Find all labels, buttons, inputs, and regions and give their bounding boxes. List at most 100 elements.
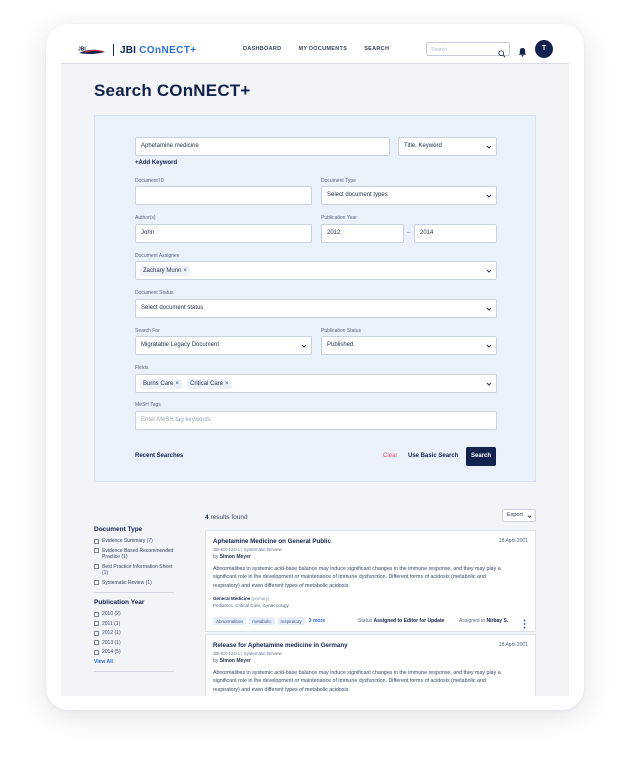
document-status-select[interactable]: Select document status [135,299,497,318]
filter-label: Systematic Review (1) [102,579,152,586]
result-status: Status Assigned to Editor for Update [358,618,444,624]
search-button[interactable]: Search [466,447,496,466]
result-author: by Simon Meyer [213,554,251,560]
filter-checkbox-item[interactable]: Systematic Review (1) [94,580,174,587]
document-assignee-select[interactable]: Zachary Munn × [135,261,497,280]
filter-label: Evidence Summary (7) [102,538,153,544]
document-type-select[interactable]: Select document types [321,186,497,205]
close-icon[interactable]: × [183,268,187,274]
pub-year-filter-heading: Publication Year [94,599,145,606]
result-description: Abnormalities in systemic acid-base bala… [213,566,501,589]
pub-year-to-value: 2014 [420,230,434,236]
brand-logo[interactable]: JBI JBI COnNECT+ [77,43,197,57]
mesh-tags-input[interactable]: Enter MeSH tag keywords [135,411,497,430]
filter-checkbox-item[interactable]: 2010 (2) [94,611,174,618]
chevron-down-icon [486,145,492,149]
document-id-label: Document ID [135,178,165,184]
field-chip-label: Critical Care [190,381,224,387]
avatar[interactable]: T [535,40,553,58]
brand-suffix: COnNECT+ [139,44,197,56]
author-name: Simon Meyer [219,554,251,560]
chevron-down-icon [301,344,307,348]
filter-divider [94,592,174,593]
nav-my-documents[interactable]: MY DOCUMENTS [298,46,347,52]
field-chip: Burns Care × [140,379,182,389]
mesh-tags-label: MeSH Tags [135,402,161,408]
authors-input[interactable]: John [135,224,312,243]
top-nav: JBI JBI COnNECT+ DASHBOARD MY DOCUMENTS … [61,36,569,64]
checkbox[interactable] [94,621,99,627]
publication-status-select[interactable]: Published [321,336,497,355]
status-prefix: Status [358,618,373,624]
close-icon[interactable]: × [175,381,179,387]
search-icon[interactable] [498,45,506,63]
tag[interactable]: metabolic [249,617,275,625]
document-status-value: Select document status [141,305,204,311]
fields-select[interactable]: Burns Care × Critical Care × [135,374,497,393]
filter-checkbox-item[interactable]: Best Practice Information Sheet (1) [94,564,174,577]
filter-checkbox-item[interactable]: Evidence Based Recommended Practice (1) [94,548,174,561]
document-id-input[interactable] [135,186,312,205]
filter-checkbox-item[interactable]: 2013 (1) [94,640,174,647]
checkbox[interactable] [94,548,99,554]
nav-search[interactable]: SEARCH [364,46,389,52]
pub-year-to-input[interactable]: 2014 [414,224,497,243]
nav-search-input[interactable] [431,45,491,54]
checkbox[interactable] [94,649,99,655]
result-category: General Medicine (primary) [213,596,270,601]
pub-year-from-input[interactable]: 2012 [321,224,404,243]
clear-button[interactable]: Clear [383,453,397,459]
close-icon[interactable]: × [225,381,229,387]
results-count-suffix: results found [210,514,248,521]
publication-year-label: Publication Year [321,215,357,221]
result-title[interactable]: Aphetamine Medicine on General Public [213,538,331,545]
nav-search-box [426,42,510,58]
nav-links: DASHBOARD MY DOCUMENTS SEARCH [243,46,389,52]
export-dropdown[interactable]: Export [502,509,536,522]
search-for-value: Migratable Legacy Document [141,342,220,348]
result-date: 18 April 2001 [498,642,528,648]
checkbox[interactable] [94,564,99,570]
keyword-field-select[interactable]: Title, Keyword [398,137,497,156]
filter-label: 2014 (5) [102,649,121,655]
checkbox[interactable] [94,611,99,617]
filter-label: 2013 (1) [102,639,121,646]
result-author: by Simon Meyer [213,658,251,664]
filter-checkbox-item[interactable]: 2014 (5) [94,649,174,656]
nav-dashboard[interactable]: DASHBOARD [243,46,281,52]
status-value: Assigned to Editor for Update [373,618,445,624]
export-label: Export [507,512,523,518]
filter-label: Best Practice Information Sheet (1) [102,563,173,577]
search-for-select[interactable]: Migratable Legacy Document [135,336,312,355]
checkbox[interactable] [94,640,99,646]
basic-search-link[interactable]: Use Basic Search [408,453,458,459]
category-name: General Medicine [213,596,251,601]
search-for-label: Search For [135,328,160,334]
tag[interactable]: Abnormalities [213,617,247,625]
filter-checkbox-item[interactable]: 2012 (1) [94,630,174,637]
result-description: Abnormalities in systemic acid-base bala… [213,670,501,693]
assignee-chip-label: Zachary Munn [143,268,182,274]
add-keyword-link[interactable]: +Add Keyword [135,160,177,166]
checkbox[interactable] [94,580,99,586]
publication-status-label: Publication Status [321,328,362,334]
tag[interactable]: respiratory [277,617,305,625]
filter-checkbox-item[interactable]: 2011 (1) [94,621,174,628]
filter-checkbox-item[interactable]: Evidence Summary (7) [94,538,174,545]
bell-icon[interactable] [518,44,527,62]
page-title: Search COnNECT+ [94,81,251,100]
result-card[interactable]: Release for Aphetamine medicine in Germa… [205,634,536,696]
checkbox[interactable] [94,538,99,544]
more-tags-link[interactable]: 3 more [309,618,325,624]
result-title[interactable]: Release for Aphetamine medicine in Germa… [213,642,348,649]
chevron-down-icon [486,269,492,273]
view-all-link[interactable]: View All [94,659,174,665]
document-type-value: Select document types [327,192,388,198]
pub-year-from-value: 2012 [327,230,341,236]
more-options-icon[interactable] [523,616,526,634]
result-card[interactable]: Aphetamine Medicine on General Public 18… [205,530,536,632]
recent-searches-link[interactable]: Recent Searches [135,453,183,459]
keyword-input[interactable]: Aphetamine medicine [135,137,390,156]
checkbox[interactable] [94,630,99,636]
filter-label: 2011 (1) [102,620,121,627]
